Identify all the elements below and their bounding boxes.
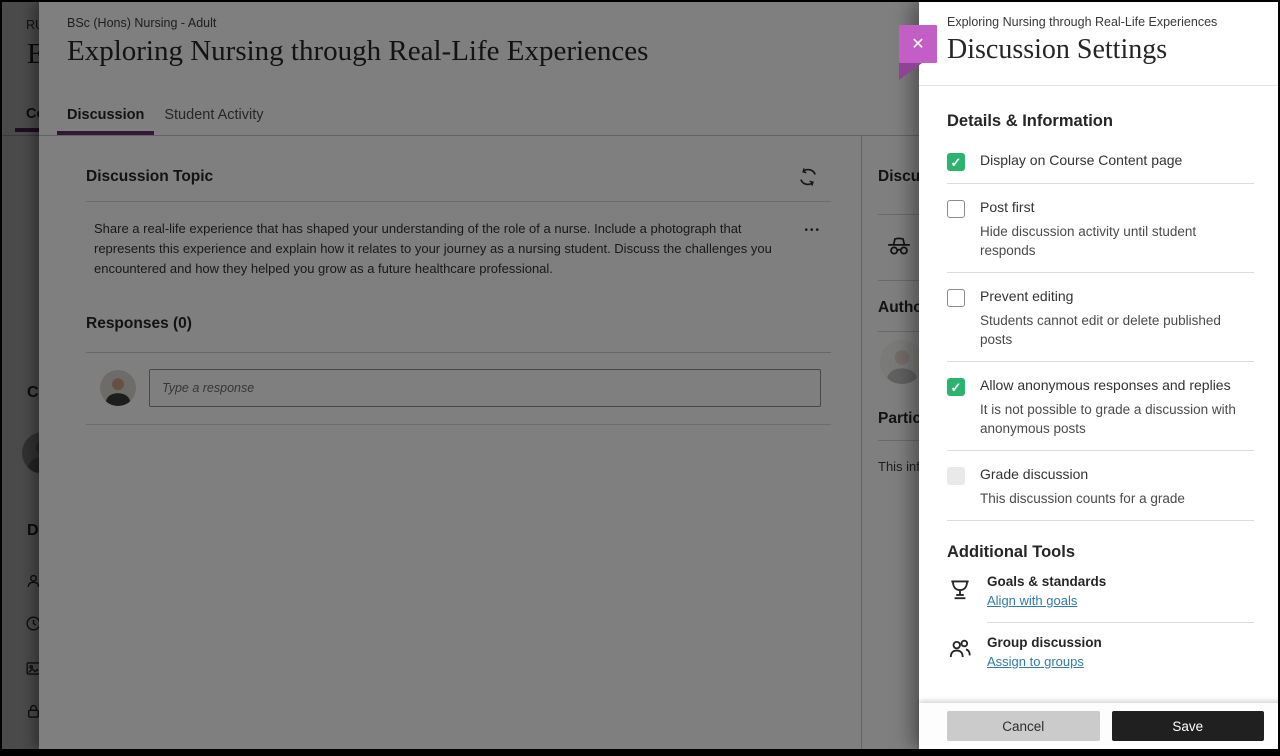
group-discussion-title: Group discussion (987, 635, 1254, 650)
option-label: Post first (980, 199, 1244, 215)
option-row-grade-discussion: Grade discussion This discussion counts … (947, 451, 1254, 521)
screenshot-frame: RU E Co C D BSc (Hons) Nursing - Adult E… (0, 0, 1280, 756)
option-description: Hide discussion activity until student r… (980, 222, 1244, 260)
close-icon: ✕ (911, 34, 924, 54)
option-row-display-on-course-content: ✓ Display on Course Content page (947, 137, 1254, 184)
close-button-fold (899, 63, 922, 80)
option-description: Students cannot edit or delete published… (980, 311, 1244, 349)
checkbox-grade-discussion (947, 467, 965, 485)
settings-footer: Cancel Save (919, 703, 1278, 749)
option-description: It is not possible to grade a discussion… (980, 400, 1244, 438)
option-description: This discussion counts for a grade (980, 489, 1185, 508)
settings-title: Discussion Settings (947, 34, 1262, 66)
group-icon (947, 637, 973, 663)
save-button[interactable]: Save (1112, 711, 1265, 741)
check-icon: ✓ (951, 380, 962, 395)
assign-to-groups-link[interactable]: Assign to groups (987, 654, 1084, 669)
option-label: Prevent editing (980, 288, 1244, 304)
settings-panel-body: Details & Information ✓ Display on Cours… (919, 86, 1278, 703)
close-button[interactable]: ✕ (899, 25, 937, 63)
tool-row-goals: Goals & standards Align with goals (947, 562, 1254, 623)
option-row-post-first: Post first Hide discussion activity unti… (947, 184, 1254, 273)
settings-context-title: Exploring Nursing through Real-Life Expe… (947, 15, 1262, 29)
cancel-button[interactable]: Cancel (947, 711, 1100, 741)
checkbox-post-first[interactable] (947, 200, 965, 218)
screen: RU E Co C D BSc (Hons) Nursing - Adult E… (2, 2, 1278, 749)
modal-backdrop[interactable] (2, 2, 919, 749)
details-information-heading: Details & Information (947, 112, 1254, 131)
tool-row-group-discussion: Group discussion Assign to groups (947, 623, 1254, 683)
settings-options-list: ✓ Display on Course Content page Post fi… (947, 137, 1254, 521)
discussion-settings-panel: Exploring Nursing through Real-Life Expe… (919, 2, 1278, 749)
option-label: Display on Course Content page (980, 152, 1182, 168)
option-label: Grade discussion (980, 466, 1185, 482)
checkbox-display-on-course-content[interactable]: ✓ (947, 153, 965, 171)
option-row-allow-anonymous: ✓ Allow anonymous responses and replies … (947, 362, 1254, 451)
option-row-prevent-editing: Prevent editing Students cannot edit or … (947, 273, 1254, 362)
goals-standards-title: Goals & standards (987, 574, 1254, 589)
settings-panel-header: Exploring Nursing through Real-Life Expe… (919, 2, 1278, 86)
checkbox-allow-anonymous[interactable]: ✓ (947, 378, 965, 396)
goals-trophy-icon (947, 576, 973, 602)
check-icon: ✓ (951, 155, 962, 170)
option-label: Allow anonymous responses and replies (980, 377, 1244, 393)
align-with-goals-link[interactable]: Align with goals (987, 593, 1077, 608)
checkbox-prevent-editing[interactable] (947, 289, 965, 307)
additional-tools-heading: Additional Tools (947, 543, 1254, 562)
